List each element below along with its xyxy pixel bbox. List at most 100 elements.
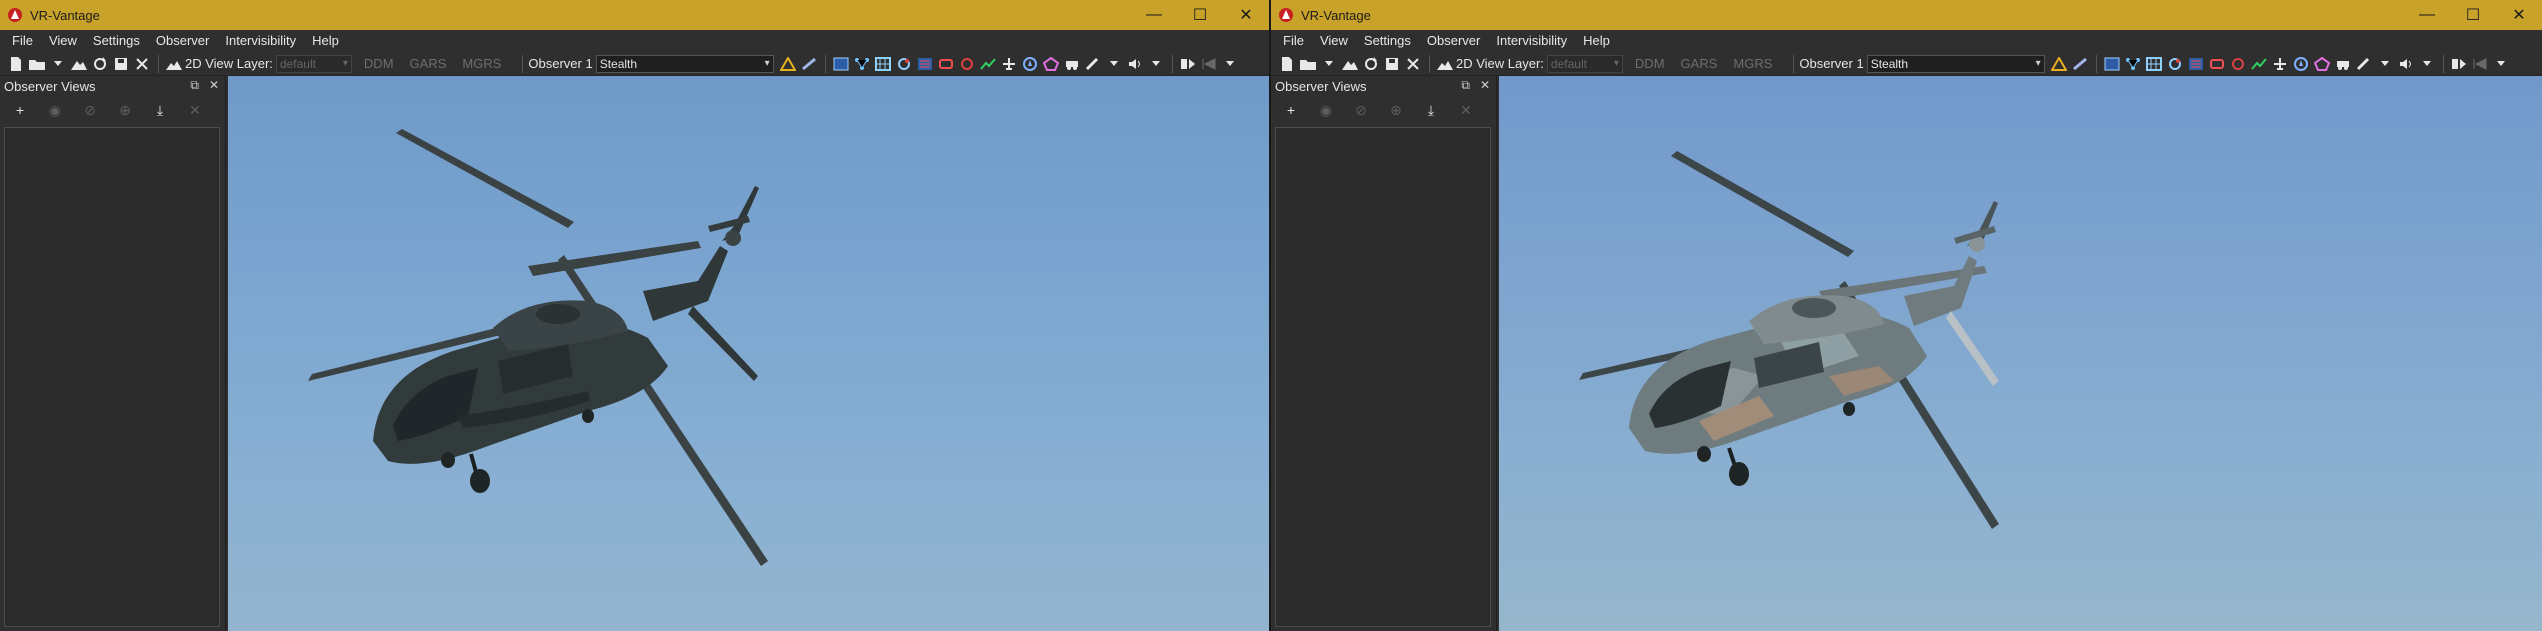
speaker-icon[interactable] <box>2396 54 2416 74</box>
label-icon[interactable] <box>2207 54 2227 74</box>
download-icon[interactable]: ⤓ <box>152 102 168 118</box>
menu-view[interactable]: View <box>1312 30 1356 52</box>
pentagon-icon[interactable] <box>2312 54 2332 74</box>
view-layer-select[interactable]: default ▾ <box>275 54 352 73</box>
menu-intervisibility[interactable]: Intervisibility <box>1488 30 1575 52</box>
menu-intervisibility[interactable]: Intervisibility <box>217 30 304 52</box>
vehicle-icon[interactable] <box>1062 54 1082 74</box>
title-bar[interactable]: VR-Vantage — ☐ ✕ <box>0 0 1269 30</box>
warning-triangle-icon[interactable] <box>2049 54 2069 74</box>
vehicle-icon[interactable] <box>2333 54 2353 74</box>
view-layer-select[interactable]: default ▾ <box>1546 54 1623 73</box>
menu-observer[interactable]: Observer <box>148 30 217 52</box>
close-scenario-icon[interactable] <box>1403 54 1423 74</box>
float-panel-icon[interactable]: ⧉ <box>1461 78 1470 93</box>
chevron-down-icon[interactable] <box>2491 54 2511 74</box>
gars-button[interactable]: GARS <box>410 56 447 71</box>
step-back-icon[interactable] <box>2470 54 2490 74</box>
aircraft-icon[interactable] <box>999 54 1019 74</box>
observer-mode-select[interactable]: Stealth ▾ <box>1866 54 2045 73</box>
hide-icon[interactable]: ⊘ <box>82 102 98 118</box>
close-panel-icon[interactable]: ✕ <box>1480 78 1490 93</box>
maximize-button[interactable]: ☐ <box>2450 0 2496 30</box>
mgrs-button[interactable]: MGRS <box>1733 56 1772 71</box>
layers-icon[interactable] <box>2186 54 2206 74</box>
measure-ruler-icon[interactable] <box>799 54 819 74</box>
observer-views-list[interactable] <box>4 127 220 627</box>
menu-file[interactable]: File <box>1275 30 1312 52</box>
close-button[interactable]: ✕ <box>1223 0 1269 30</box>
aircraft-icon[interactable] <box>2270 54 2290 74</box>
add-icon[interactable]: + <box>12 102 28 118</box>
chevron-down-icon[interactable] <box>1104 54 1124 74</box>
open-dropdown-chevron-down-icon[interactable] <box>48 54 68 74</box>
add-icon[interactable]: + <box>1283 102 1299 118</box>
pen-tool-icon[interactable] <box>2354 54 2374 74</box>
terrain-edit-icon[interactable] <box>1435 54 1455 74</box>
pen-tool-icon[interactable] <box>1083 54 1103 74</box>
float-panel-icon[interactable]: ⧉ <box>190 78 199 93</box>
warning-triangle-icon[interactable] <box>778 54 798 74</box>
eye-icon[interactable]: ◉ <box>47 102 63 118</box>
mgrs-button[interactable]: MGRS <box>462 56 501 71</box>
target-icon[interactable]: ⊕ <box>117 102 133 118</box>
close-button[interactable]: ✕ <box>2496 0 2542 30</box>
label-icon[interactable] <box>936 54 956 74</box>
save-icon[interactable] <box>1382 54 1402 74</box>
terrain-icon[interactable] <box>69 54 89 74</box>
new-file-icon[interactable] <box>6 54 26 74</box>
map-view-icon[interactable] <box>831 54 851 74</box>
open-folder-icon[interactable] <box>1298 54 1318 74</box>
gars-button[interactable]: GARS <box>1681 56 1718 71</box>
layers-icon[interactable] <box>915 54 935 74</box>
title-bar[interactable]: VR-Vantage — ☐ ✕ <box>1271 0 2542 30</box>
menu-file[interactable]: File <box>4 30 41 52</box>
eye-icon[interactable]: ◉ <box>1318 102 1334 118</box>
network-icon[interactable] <box>2123 54 2143 74</box>
minimize-button[interactable]: — <box>2404 0 2450 30</box>
terrain-edit-icon[interactable] <box>164 54 184 74</box>
menu-view[interactable]: View <box>41 30 85 52</box>
new-file-icon[interactable] <box>1277 54 1297 74</box>
ddm-button[interactable]: DDM <box>1635 56 1665 71</box>
network-icon[interactable] <box>852 54 872 74</box>
menu-help[interactable]: Help <box>304 30 347 52</box>
observer-views-list[interactable] <box>1275 127 1491 627</box>
radar-icon[interactable] <box>894 54 914 74</box>
chevron-down-icon[interactable] <box>1146 54 1166 74</box>
trend-line-icon[interactable] <box>978 54 998 74</box>
open-folder-icon[interactable] <box>27 54 47 74</box>
grid-icon[interactable] <box>873 54 893 74</box>
playback-icon[interactable] <box>1178 54 1198 74</box>
hide-icon[interactable]: ⊘ <box>1353 102 1369 118</box>
grid-icon[interactable] <box>2144 54 2164 74</box>
target-icon[interactable]: ⊕ <box>1388 102 1404 118</box>
compass-icon[interactable] <box>2291 54 2311 74</box>
terrain-icon[interactable] <box>1340 54 1360 74</box>
close-scenario-icon[interactable] <box>132 54 152 74</box>
measure-ruler-icon[interactable] <box>2070 54 2090 74</box>
menu-help[interactable]: Help <box>1575 30 1618 52</box>
save-icon[interactable] <box>111 54 131 74</box>
menu-observer[interactable]: Observer <box>1419 30 1488 52</box>
menu-settings[interactable]: Settings <box>85 30 148 52</box>
menu-settings[interactable]: Settings <box>1356 30 1419 52</box>
open-dropdown-chevron-down-icon[interactable] <box>1319 54 1339 74</box>
map-view-icon[interactable] <box>2102 54 2122 74</box>
chevron-down-icon[interactable] <box>1220 54 1240 74</box>
step-back-icon[interactable] <box>1199 54 1219 74</box>
chevron-down-icon[interactable] <box>2375 54 2395 74</box>
range-ring-icon[interactable] <box>2228 54 2248 74</box>
3d-viewport[interactable] <box>228 76 1269 631</box>
download-icon[interactable]: ⤓ <box>1423 102 1439 118</box>
close-panel-icon[interactable]: ✕ <box>209 78 219 93</box>
clear-icon[interactable]: ✕ <box>1458 102 1474 118</box>
maximize-button[interactable]: ☐ <box>1177 0 1223 30</box>
observer-mode-select[interactable]: Stealth ▾ <box>595 54 774 73</box>
clear-icon[interactable]: ✕ <box>187 102 203 118</box>
pentagon-icon[interactable] <box>1041 54 1061 74</box>
reload-icon[interactable] <box>1361 54 1381 74</box>
range-ring-icon[interactable] <box>957 54 977 74</box>
reload-icon[interactable] <box>90 54 110 74</box>
chevron-down-icon[interactable] <box>2417 54 2437 74</box>
